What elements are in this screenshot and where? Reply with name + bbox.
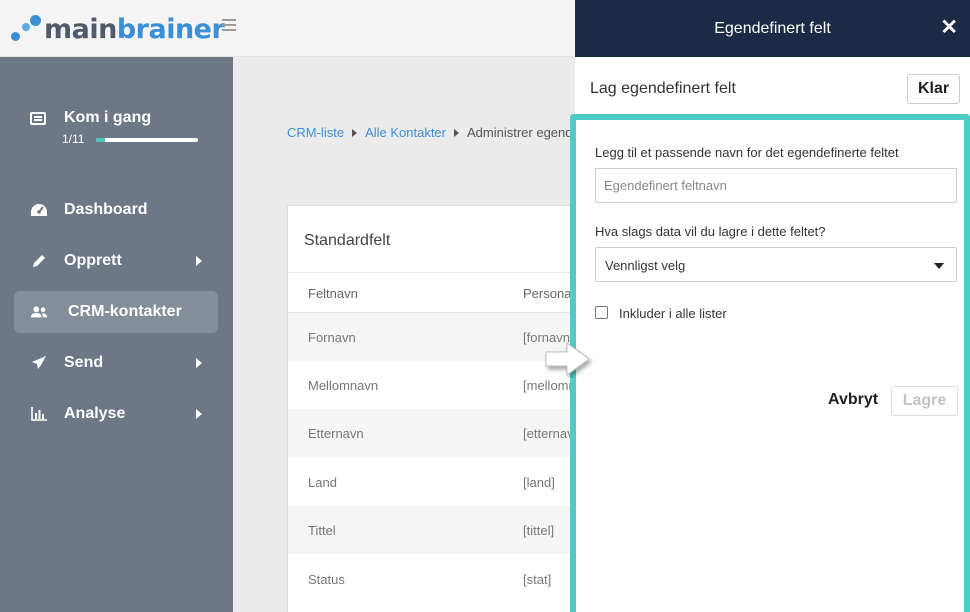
caret-right-icon bbox=[454, 128, 459, 137]
pointer-arrow-icon bbox=[543, 340, 595, 383]
panel-subtitle: Lag egendefinert felt bbox=[590, 80, 736, 97]
column-header: Feltnavn bbox=[308, 286, 358, 301]
getting-started-count: 1/11 bbox=[62, 132, 85, 146]
table-row: Mellomnavn [mellomnavn] bbox=[288, 361, 600, 409]
breadcrumb-link-crm-liste[interactable]: CRM-liste bbox=[287, 125, 344, 140]
field-name-label: Legg til et passende navn for det egende… bbox=[595, 145, 899, 160]
field-name: Status bbox=[308, 572, 345, 587]
caret-right-icon bbox=[196, 409, 202, 419]
breadcrumb-link-alle-kontakter[interactable]: Alle Kontakter bbox=[365, 125, 446, 140]
panel-title: Egendefinert felt bbox=[714, 20, 831, 37]
standard-fields-card: Standardfelt Feltnavn Personaliseringsko… bbox=[287, 205, 647, 612]
field-name: Mellomnavn bbox=[308, 378, 379, 393]
logo-text: mainbrainer bbox=[44, 14, 225, 45]
list-icon bbox=[30, 112, 46, 125]
save-button[interactable]: Lagre bbox=[891, 386, 958, 416]
field-code: [stat] bbox=[523, 572, 552, 587]
dashboard-icon bbox=[30, 201, 48, 219]
table-row: Status [stat] bbox=[288, 555, 586, 603]
caret-right-icon bbox=[196, 358, 202, 368]
include-all-lists-checkbox[interactable] bbox=[595, 306, 608, 319]
pencil-icon bbox=[30, 252, 48, 270]
sidebar-item-send[interactable]: Send bbox=[14, 342, 218, 384]
panel-header: Egendefinert felt ✕ bbox=[575, 0, 970, 57]
users-icon bbox=[30, 303, 48, 321]
card-title: Standardfelt bbox=[304, 232, 391, 249]
sidebar-item-crm-kontakter[interactable]: CRM-kontakter bbox=[14, 291, 218, 333]
sidebar-item-analyse[interactable]: Analyse bbox=[14, 393, 218, 435]
cancel-button[interactable]: Avbryt bbox=[828, 391, 878, 409]
table-row: Fornavn [fornavn] bbox=[288, 313, 586, 361]
include-all-lists-label[interactable]: Inkluder i alle lister bbox=[619, 306, 727, 321]
getting-started-title: Kom i gang bbox=[64, 109, 152, 126]
close-icon[interactable]: ✕ bbox=[940, 17, 958, 38]
data-type-select[interactable]: Vennligst velg bbox=[595, 247, 957, 282]
sidebar-item-dashboard[interactable]: Dashboard bbox=[14, 189, 218, 231]
field-name: Tittel bbox=[308, 523, 336, 538]
mainbrainer-logo[interactable]: mainbrainer bbox=[11, 14, 225, 45]
paper-plane-icon bbox=[30, 354, 48, 372]
custom-field-name-input[interactable] bbox=[595, 168, 957, 203]
sidebar-item-label: CRM-kontakter bbox=[68, 303, 182, 320]
field-name: Etternavn bbox=[308, 426, 364, 441]
table-row: Tittel [tittel] bbox=[288, 506, 586, 554]
sidebar-item-label: Dashboard bbox=[64, 201, 148, 218]
sidebar-item-label: Analyse bbox=[64, 405, 126, 422]
sidebar-item-label: Opprett bbox=[64, 252, 122, 269]
sidebar-item-opprett[interactable]: Opprett bbox=[14, 240, 218, 282]
divider bbox=[288, 272, 586, 273]
chevron-down-icon bbox=[934, 263, 944, 269]
field-name: Fornavn bbox=[308, 330, 356, 345]
table-row: Land [land] bbox=[288, 458, 586, 506]
field-name: Land bbox=[308, 475, 337, 490]
sidebar: Kom i gang 1/11 Dashboard Opprett CRM-ko… bbox=[0, 57, 233, 612]
sidebar-item-label: Send bbox=[64, 354, 104, 371]
hamburger-menu-icon[interactable] bbox=[222, 19, 236, 31]
getting-started-progress-bar bbox=[96, 138, 198, 142]
field-code: [land] bbox=[523, 475, 555, 490]
data-type-selected-value: Vennligst velg bbox=[605, 258, 686, 273]
caret-right-icon bbox=[352, 128, 358, 137]
done-button[interactable]: Klar bbox=[907, 74, 960, 104]
bar-chart-icon bbox=[30, 405, 48, 423]
field-code: [tittel] bbox=[523, 523, 555, 538]
data-type-label: Hva slags data vil du lagre i dette felt… bbox=[595, 224, 826, 239]
table-row: Etternavn [etternavn] bbox=[288, 409, 586, 457]
caret-right-icon bbox=[196, 256, 202, 266]
logo-dots-icon bbox=[11, 14, 41, 45]
